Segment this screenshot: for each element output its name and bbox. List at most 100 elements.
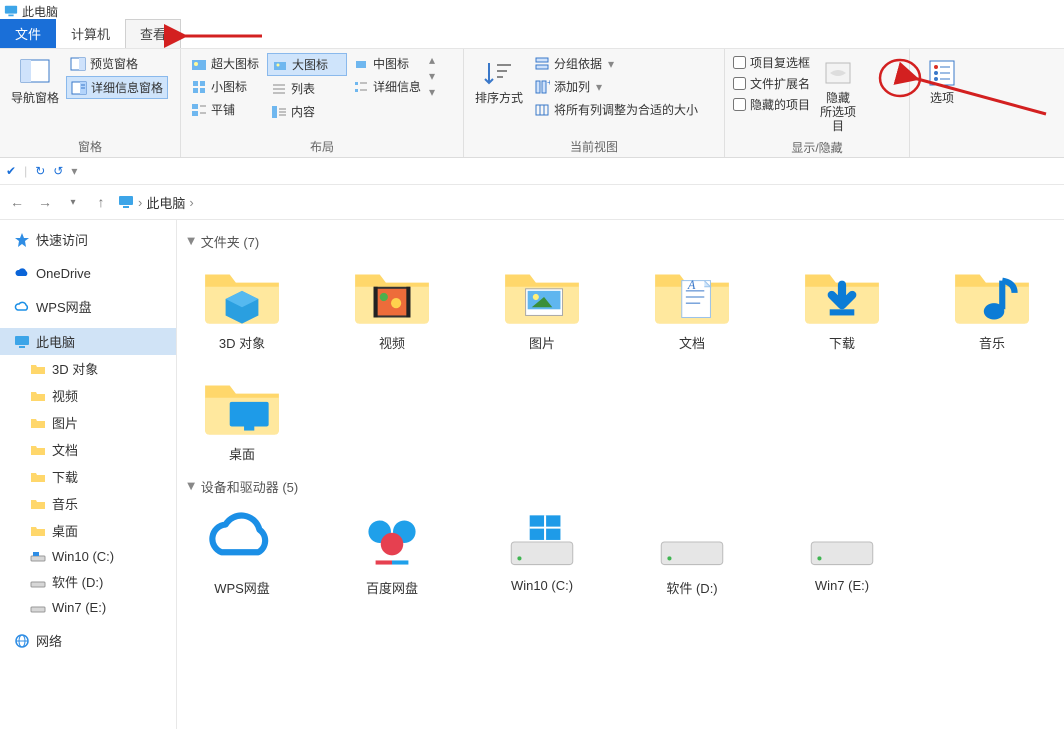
group-by-button[interactable]: 分组依据▾ xyxy=(530,53,702,74)
group-by-icon xyxy=(534,56,550,72)
ribbon-group-options: 选项 xyxy=(910,49,980,157)
sidebar-item-onedrive[interactable]: OneDrive xyxy=(0,261,176,285)
hidden-items-toggle[interactable]: 隐藏的项目 xyxy=(731,95,812,114)
list-item[interactable]: 3D 对象 xyxy=(187,257,297,352)
options-button[interactable]: 选项 xyxy=(916,53,968,109)
3d-icon xyxy=(201,257,283,327)
list-item[interactable]: 视频 xyxy=(337,257,447,352)
sidebar-item-wps-cloud[interactable]: WPS网盘 xyxy=(0,293,176,320)
layout-scroll-up[interactable]: ▴ xyxy=(429,53,435,67)
breadcrumb[interactable]: › 此电脑 › xyxy=(118,193,194,212)
details-pane-button[interactable]: 详细信息窗格 xyxy=(66,76,168,99)
item-label: 百度网盘 xyxy=(366,578,418,597)
qat-redo-icon[interactable]: ↻ xyxy=(35,164,45,178)
chevron-down-icon: ▾ xyxy=(608,57,614,71)
folder-icon xyxy=(30,361,46,377)
layout-small-button[interactable]: 小图标 xyxy=(187,76,265,97)
sidebar-item-downloads[interactable]: 下载 xyxy=(0,463,176,490)
list-item[interactable]: Win10 (C:) xyxy=(487,502,597,597)
hide-icon xyxy=(822,57,854,89)
sidebar-item-documents[interactable]: 文档 xyxy=(0,436,176,463)
layout-medium-button[interactable]: 中图标 xyxy=(349,53,427,74)
sidebar-item-network[interactable]: 网络 xyxy=(0,627,176,654)
list-item[interactable]: A 文档 xyxy=(637,257,747,352)
sidebar-item-drive-d[interactable]: 软件 (D:) xyxy=(0,568,176,595)
folder-icon xyxy=(30,388,46,404)
sidebar-item-videos[interactable]: 视频 xyxy=(0,382,176,409)
nav-up-button[interactable]: ↑ xyxy=(90,191,112,213)
sidebar-item-drive-c[interactable]: Win10 (C:) xyxy=(0,544,176,568)
star-icon xyxy=(14,232,30,248)
navigation-bar: ← → ▾ ↑ › 此电脑 › xyxy=(0,185,1064,220)
list-item[interactable]: 百度网盘 xyxy=(337,502,447,597)
section-devices-header[interactable]: ▶ 设备和驱动器 (5) xyxy=(187,477,1054,496)
tab-view[interactable]: 查看 xyxy=(125,19,181,48)
drive-icon xyxy=(30,599,46,615)
nav-history-dropdown[interactable]: ▾ xyxy=(62,191,84,213)
layout-tiles-button[interactable]: 平铺 xyxy=(187,99,265,120)
breadcrumb-root[interactable]: 此电脑 xyxy=(146,193,185,212)
ribbon-group-showhide: 项目复选框 文件扩展名 隐藏的项目 隐藏 所选项目 显示/隐藏 xyxy=(725,49,910,157)
large-icon xyxy=(272,57,288,73)
sidebar-item-quick-access[interactable]: 快速访问 xyxy=(0,226,176,253)
layout-content-button[interactable]: 内容 xyxy=(267,101,347,122)
layout-more[interactable]: ▾ xyxy=(429,85,435,99)
add-columns-button[interactable]: +添加列▾ xyxy=(530,76,702,97)
sidebar-item-pictures[interactable]: 图片 xyxy=(0,409,176,436)
item-label: 文档 xyxy=(679,333,705,352)
layout-large-button[interactable]: 大图标 xyxy=(267,53,347,76)
nav-forward-button[interactable]: → xyxy=(34,191,56,213)
section-folders-header[interactable]: ▶ 文件夹 (7) xyxy=(187,232,1054,251)
add-columns-icon: + xyxy=(534,79,550,95)
cloud-icon xyxy=(14,299,30,315)
layout-xlarge-button[interactable]: 超大图标 xyxy=(187,53,265,74)
options-icon xyxy=(926,57,958,89)
nav-pane-button[interactable]: 导航窗格 xyxy=(6,53,64,109)
devices-grid: WPS网盘百度网盘 Win10 (C:) 软件 (D:) Win7 (E:) xyxy=(187,502,1054,597)
item-label: 3D 对象 xyxy=(219,333,265,352)
sidebar-item-desktop[interactable]: 桌面 xyxy=(0,517,176,544)
folders-grid: 3D 对象 视频 图片 A 文档 下载音乐桌面 xyxy=(187,257,1054,463)
qat-check-icon[interactable]: ✔ xyxy=(6,164,16,178)
list-item[interactable]: 音乐 xyxy=(937,257,1047,352)
ribbon-group-currentview: 排序方式 分组依据▾ +添加列▾ 将所有列调整为合适的大小 当前视图 xyxy=(464,49,725,157)
item-checkboxes-toggle[interactable]: 项目复选框 xyxy=(731,53,812,72)
downloads-icon xyxy=(801,257,883,327)
qat-dropdown-icon[interactable]: ▾ xyxy=(71,164,77,178)
preview-pane-button[interactable]: 预览窗格 xyxy=(66,53,168,74)
sidebar-item-music[interactable]: 音乐 xyxy=(0,490,176,517)
item-label: Win7 (E:) xyxy=(815,578,869,593)
layout-details-button[interactable]: 详细信息 xyxy=(349,76,427,97)
list-item[interactable]: 桌面 xyxy=(187,368,297,463)
list-item[interactable]: 下载 xyxy=(787,257,897,352)
file-extensions-toggle[interactable]: 文件扩展名 xyxy=(731,74,812,93)
sidebar-item-drive-e[interactable]: Win7 (E:) xyxy=(0,595,176,619)
breadcrumb-sep: › xyxy=(189,195,193,210)
qat-undo-icon[interactable]: ↺ xyxy=(53,164,63,178)
sidebar-item-3d-objects[interactable]: 3D 对象 xyxy=(0,355,176,382)
details-pane-icon xyxy=(71,80,87,96)
drive-icon xyxy=(30,548,46,564)
item-label: 图片 xyxy=(529,333,555,352)
ribbon: 导航窗格 预览窗格 详细信息窗格 窗格 超大图标 小图标 平铺 xyxy=(0,49,1064,158)
list-item[interactable]: 图片 xyxy=(487,257,597,352)
svg-text:+: + xyxy=(547,79,550,87)
list-item[interactable]: WPS网盘 xyxy=(187,502,297,597)
nav-back-button[interactable]: ← xyxy=(6,191,28,213)
item-label: 音乐 xyxy=(979,333,1005,352)
layout-scroll-down[interactable]: ▾ xyxy=(429,69,435,83)
list-item[interactable]: 软件 (D:) xyxy=(637,502,747,597)
hide-selected-button[interactable]: 隐藏 所选项目 xyxy=(814,53,862,137)
size-columns-button[interactable]: 将所有列调整为合适的大小 xyxy=(530,99,702,120)
folder-icon xyxy=(30,442,46,458)
sort-by-button[interactable]: 排序方式 xyxy=(470,53,528,109)
layout-list-button[interactable]: 列表 xyxy=(267,78,347,99)
tab-computer[interactable]: 计算机 xyxy=(56,19,125,48)
svg-text:A: A xyxy=(687,278,696,292)
list-item[interactable]: Win7 (E:) xyxy=(787,502,897,597)
sidebar-item-this-pc[interactable]: 此电脑 xyxy=(0,328,176,355)
tab-file[interactable]: 文件 xyxy=(0,19,56,48)
music-icon xyxy=(951,257,1033,327)
medium-icon xyxy=(353,56,369,72)
item-label: 视频 xyxy=(379,333,405,352)
